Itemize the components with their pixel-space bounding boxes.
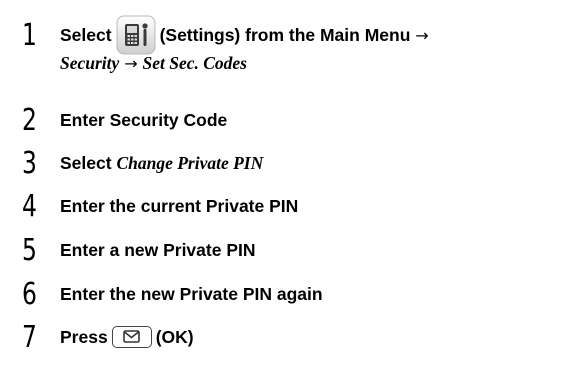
mail-key-icon [111, 326, 152, 349]
step-line: Press (OK) [60, 326, 194, 349]
select-label: Select [60, 153, 112, 173]
step-number: 6 [22, 277, 37, 312]
step-text: Enter Security Code [60, 110, 228, 130]
step-number: 7 [22, 320, 37, 355]
step-number: 3 [22, 146, 37, 181]
step-text: Enter the current Private PIN [60, 196, 299, 216]
arrow-icon: → [415, 26, 429, 45]
settings-icon [116, 15, 156, 55]
menu-path-security: Security [60, 53, 120, 73]
step-number: 4 [22, 189, 37, 224]
ok-label: (OK) [155, 327, 194, 347]
step-line-2: Security → Set Sec. Codes [60, 52, 247, 75]
press-label: Press [60, 327, 108, 347]
step-number: 1 [22, 18, 37, 53]
step-text: Enter the new Private PIN again [60, 284, 323, 304]
step-number: 5 [22, 233, 37, 268]
step-number: 2 [22, 103, 37, 138]
settings-paren-text: (Settings) from the Main Menu [159, 25, 411, 45]
select-label: Select [60, 25, 112, 45]
arrow-icon: → [124, 54, 138, 73]
step-line: Select Change Private PIN [60, 152, 263, 174]
step-text: Enter a new Private PIN [60, 240, 256, 260]
step-line: Select (Settings) from the Main Menu → [60, 15, 429, 55]
menu-path-set-sec-codes: Set Sec. Codes [142, 53, 247, 73]
option-change-private-pin: Change Private PIN [116, 153, 264, 173]
